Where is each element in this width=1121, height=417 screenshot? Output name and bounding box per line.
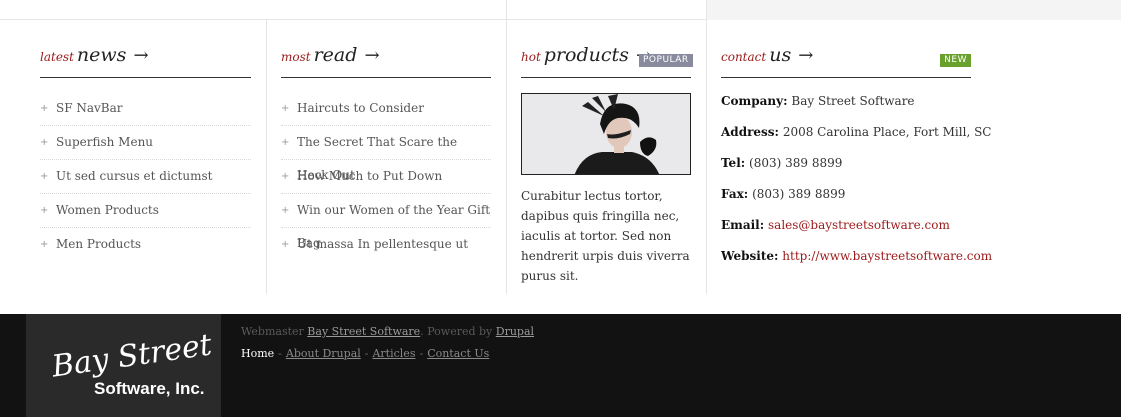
most-read-heading: most read → [281, 44, 491, 78]
contact-label: Company: [721, 94, 788, 108]
news-link[interactable]: SF NavBar [56, 101, 123, 115]
news-link[interactable]: Women Products [56, 203, 159, 217]
heading-prefix: latest [40, 50, 74, 64]
latest-news-block: latest news → + SF NavBar + Superfish Menu … [40, 20, 251, 294]
model-portrait-icon [522, 94, 690, 174]
footer: Bay Street Software, Inc. Webmaster Bay … [0, 314, 1121, 417]
nav-separator: - [419, 347, 424, 360]
footer-nav: Home - About Drupal - Articles - Contact Us [241, 347, 489, 360]
contact-label: Website: [721, 249, 779, 263]
heading-title: news [76, 44, 127, 66]
plus-icon: + [40, 205, 49, 216]
contact-label: Tel: [721, 156, 746, 170]
footer-nav-contact-us[interactable]: Contact Us [427, 347, 489, 360]
arrow-right-icon: → [133, 45, 149, 66]
list-item[interactable]: + SF NavBar [40, 92, 251, 126]
contact-value: (803) 389 8899 [752, 187, 846, 201]
list-item[interactable]: + Haircuts to Consider [281, 92, 491, 126]
list-item[interactable]: + Superfish Menu [40, 126, 251, 160]
plus-icon: + [281, 171, 290, 182]
plus-icon: + [40, 103, 49, 114]
contact-details: Company: Bay Street Software Address: 20… [721, 93, 992, 279]
footer-nav-about-drupal[interactable]: About Drupal [286, 347, 361, 360]
contact-address: Address: 2008 Carolina Place, Fort Mill,… [721, 124, 991, 155]
heading-prefix: contact [721, 50, 767, 64]
contact-website: Website: http://www.baystreetsoftware.co… [721, 248, 992, 279]
list-item[interactable]: + How Much to Put Down [281, 160, 491, 194]
article-link[interactable]: How Much to Put Down [297, 169, 442, 183]
list-item[interactable]: + Ut sed cursus et dictumst [40, 160, 251, 194]
product-image[interactable] [521, 93, 691, 175]
heading-title: us [769, 44, 792, 66]
top-strip-divider [506, 0, 507, 20]
plus-icon: + [281, 239, 290, 250]
contact-label: Address: [721, 125, 779, 139]
plus-icon: + [40, 171, 49, 182]
bay-street-logo[interactable]: Bay Street Software, Inc. [26, 314, 221, 417]
column-divider [706, 20, 707, 294]
column-divider [506, 20, 507, 294]
news-link[interactable]: Men Products [56, 237, 141, 251]
contact-value: 2008 Carolina Place, Fort Mill, SC [782, 125, 992, 139]
contact-value: Bay Street Software [791, 94, 915, 108]
plus-icon: + [281, 103, 290, 114]
logo-line1: Bay Street [49, 327, 215, 384]
contact-tel: Tel: (803) 389 8899 [721, 155, 981, 186]
new-badge: NEW [940, 54, 971, 67]
website-link[interactable]: http://www.baystreetsoftware.com [782, 249, 992, 263]
list-item[interactable]: + The Secret That Scare the Heck Out [281, 126, 491, 182]
contact-label: Fax: [721, 187, 749, 201]
drupal-link[interactable]: Drupal [496, 325, 534, 338]
product-description: Curabitur lectus tortor, dapibus quis fr… [521, 189, 690, 283]
list-item[interactable]: + Men Products [40, 228, 251, 262]
arrow-right-icon: → [364, 45, 380, 66]
news-list: + SF NavBar + Superfish Menu + Ut sed cursu… [40, 92, 251, 262]
list-item[interactable]: + Ut massa In pellentesque ut [281, 228, 491, 262]
nav-separator: - [278, 347, 282, 360]
contact-us-heading: contact us → NEW [721, 44, 971, 78]
webmaster-prefix: Webmaster [241, 325, 304, 338]
heading-prefix: most [281, 50, 311, 64]
news-link[interactable]: Ut sed cursus et dictumst [56, 169, 212, 183]
contact-fax: Fax: (803) 389 8899 [721, 186, 981, 217]
top-strip [0, 0, 1121, 20]
hot-products-block: hotproducts → POPULAR Curabitur lectus t… [521, 20, 693, 294]
list-item[interactable]: + Win our Women of the Year Gift Bag [281, 194, 491, 250]
article-link[interactable]: Ut massa In pellentesque ut [297, 237, 468, 251]
contact-email: Email: sales@baystreetsoftware.com [721, 217, 981, 248]
footer-nav-home[interactable]: Home [241, 347, 274, 360]
plus-icon: + [40, 137, 49, 148]
contact-us-block: contact us → NEW Company: Bay Street Soft… [721, 20, 992, 294]
heading-title: products [543, 44, 629, 66]
email-link[interactable]: sales@baystreetsoftware.com [768, 218, 950, 232]
top-strip-shade [707, 0, 1121, 20]
most-read-block: most read → + Haircuts to Consider + The Se… [281, 20, 491, 294]
nav-separator: - [364, 347, 369, 360]
contact-company: Company: Bay Street Software [721, 93, 981, 124]
heading-title: read [313, 44, 358, 66]
column-divider [266, 20, 267, 294]
footer-credits: Webmaster Bay Street Software. Powered b… [241, 325, 534, 338]
most-read-list: + Haircuts to Consider + The Secret That S… [281, 92, 491, 262]
plus-icon: + [40, 239, 49, 250]
footer-nav-articles[interactable]: Articles [372, 347, 415, 360]
latest-news-heading: latest news → [40, 44, 251, 78]
arrow-right-icon: → [798, 45, 814, 66]
heading-prefix: hot [521, 50, 541, 64]
list-item[interactable]: + Women Products [40, 194, 251, 228]
popular-badge: POPULAR [639, 54, 693, 67]
webmaster-link[interactable]: Bay Street Software [307, 325, 420, 338]
news-link[interactable]: Superfish Menu [56, 135, 153, 149]
plus-icon: + [281, 137, 290, 148]
logo-line2: Software, Inc. [94, 379, 205, 398]
top-strip-divider [706, 0, 707, 20]
contact-label: Email: [721, 218, 765, 232]
plus-icon: + [281, 205, 290, 216]
hot-products-heading: hotproducts → POPULAR [521, 44, 693, 78]
contact-value: (803) 389 8899 [749, 156, 843, 170]
article-link[interactable]: Haircuts to Consider [297, 101, 424, 115]
powered-prefix: . Powered by [420, 325, 493, 338]
logo-mark: Bay Street Software, Inc. [49, 327, 215, 398]
